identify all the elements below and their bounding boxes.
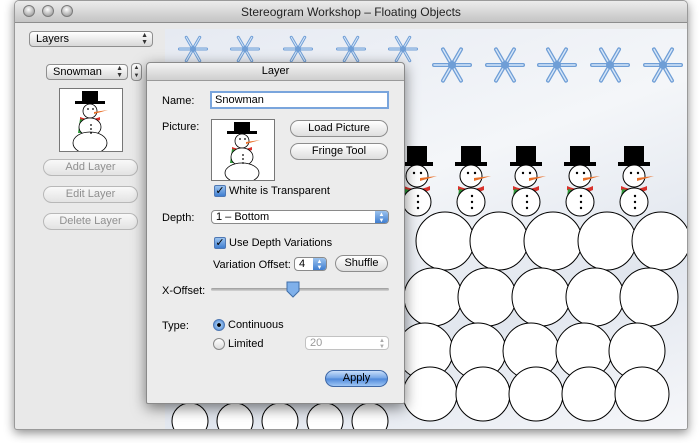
picture-label: Picture: xyxy=(162,121,200,133)
apply-button[interactable]: Apply xyxy=(325,370,388,387)
variation-offset-popup[interactable]: 4 ▲ ▼ xyxy=(294,257,327,271)
depth-variations-checkbox[interactable]: ✓ xyxy=(214,237,226,249)
name-field[interactable]: Snowman xyxy=(210,91,389,109)
popup-arrows-icon: ▲ ▼ xyxy=(375,211,388,223)
popup-arrows-icon: ▲ ▼ xyxy=(313,258,326,270)
depth-label: Depth: xyxy=(162,212,195,224)
window-title: Stereogram Workshop – Floating Objects xyxy=(241,5,461,19)
load-picture-button[interactable]: Load Picture xyxy=(290,120,388,137)
layer-thumbnail xyxy=(59,88,123,155)
dialog-title: Layer xyxy=(147,63,404,81)
snowman-thumbnail-icon xyxy=(72,91,108,155)
layer-popup-label: Snowman xyxy=(53,66,102,78)
shuffle-button[interactable]: Shuffle xyxy=(335,255,388,272)
limited-label: Limited xyxy=(228,338,264,350)
edit-layer-button[interactable]: Edit Layer xyxy=(43,186,138,203)
depth-value: 1 – Bottom xyxy=(216,211,270,223)
layer-order-stepper[interactable]: ▲ ▼ xyxy=(131,63,142,81)
x-offset-label: X-Offset: xyxy=(162,285,206,297)
depth-popup[interactable]: 1 – Bottom ▲ ▼ xyxy=(211,210,389,224)
popup-arrows-icon: ▲ ▼ xyxy=(116,65,123,79)
white-transparent-label: White is Transparent xyxy=(229,185,330,197)
variation-offset-value: 4 xyxy=(299,258,306,270)
title-bar[interactable]: Stereogram Workshop – Floating Objects xyxy=(15,1,687,23)
limited-count-value: 20 xyxy=(310,337,323,349)
delete-layer-button[interactable]: Delete Layer xyxy=(43,213,138,230)
popup-arrows-icon: ▲ ▼ xyxy=(379,338,385,350)
mode-popup[interactable]: Layers ▲ ▼ xyxy=(29,31,153,47)
picture-preview xyxy=(211,119,275,184)
layer-dialog: Layer Name: Snowman Picture: Load Pictur… xyxy=(146,62,405,404)
white-transparent-checkbox[interactable]: ✓ xyxy=(214,185,226,197)
snowman-row xyxy=(400,145,655,217)
fringe-tool-button[interactable]: Fringe Tool xyxy=(290,143,388,160)
continuous-radio[interactable] xyxy=(213,319,225,331)
snowman-picture-icon xyxy=(224,122,260,184)
limited-count-popup[interactable]: 20 ▲ ▼ xyxy=(305,336,389,350)
x-offset-slider-track[interactable] xyxy=(211,288,389,291)
depth-variations-label: Use Depth Variations xyxy=(229,237,333,249)
add-layer-button[interactable]: Add Layer xyxy=(43,159,138,176)
layer-popup[interactable]: Snowman ▲ ▼ xyxy=(46,64,128,80)
mode-popup-label: Layers xyxy=(36,33,70,45)
name-label: Name: xyxy=(162,95,195,107)
continuous-label: Continuous xyxy=(228,319,284,331)
limited-radio[interactable] xyxy=(213,338,225,350)
variation-offset-label: Variation Offset: xyxy=(213,259,291,271)
popup-arrows-icon: ▲ ▼ xyxy=(141,32,148,46)
x-offset-slider-thumb[interactable] xyxy=(286,281,300,298)
type-label: Type: xyxy=(162,320,189,332)
